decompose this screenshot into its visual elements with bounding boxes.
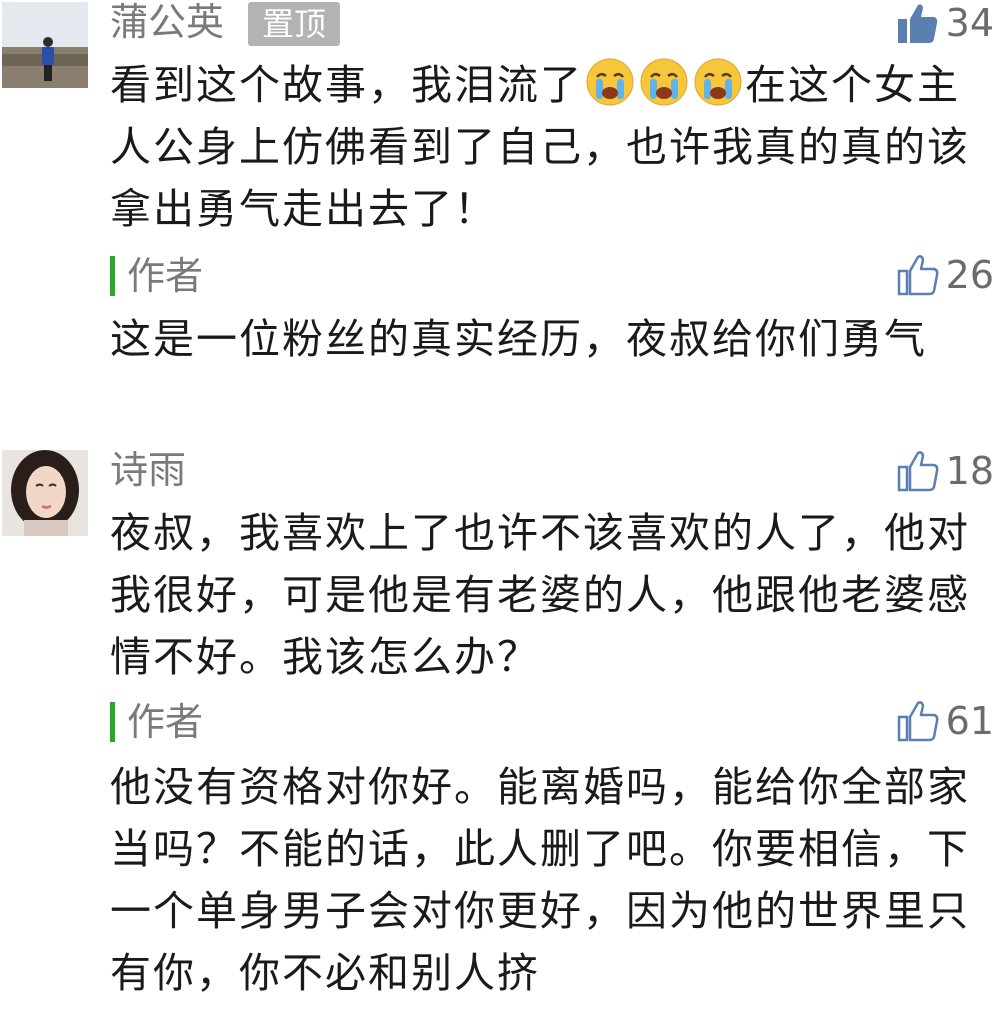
reply-accent-bar (110, 256, 115, 296)
thumbs-up-filled-icon (897, 4, 937, 43)
author-reply-label: 作者 (110, 254, 203, 298)
crying-face-icon (694, 58, 742, 106)
like-count: 34 (945, 1, 994, 45)
like-count: 26 (945, 253, 994, 297)
crying-face-icon (586, 58, 634, 106)
username[interactable]: 诗雨 (110, 448, 186, 492)
comment-item: 蒲公英 置顶 34 看到这个故事，我泪流了 在这个女主人公身上仿佛看到了自己，也许… (0, 0, 1002, 420)
like-count: 18 (945, 449, 994, 493)
crying-face-icon (640, 58, 688, 106)
reply-like-button[interactable]: 26 (896, 250, 994, 300)
username[interactable]: 蒲公英 (110, 0, 224, 44)
like-button[interactable]: 18 (896, 446, 994, 496)
reply-author: 作者 (127, 254, 204, 298)
comment-text: 看到这个故事，我泪流了 在这个女主人公身上仿佛看到了自己，也许我真的真的该拿出勇气… (110, 54, 970, 240)
comment-item: 诗雨 18 夜叔，我喜欢上了也许不该喜欢的人了，他对我很好，可是他是有老婆的人，… (0, 446, 1002, 1011)
reply-accent-bar (110, 702, 115, 742)
pinned-badge: 置顶 (248, 2, 341, 46)
thumbs-up-icon (897, 701, 939, 742)
avatar[interactable] (2, 2, 88, 88)
like-button[interactable]: 34 (896, 0, 994, 48)
avatar[interactable] (2, 450, 88, 536)
reply-author: 作者 (127, 700, 204, 744)
thumbs-up-icon (897, 451, 939, 492)
author-reply-label: 作者 (110, 700, 203, 744)
reply-like-button[interactable]: 61 (896, 696, 994, 746)
comment-text: 夜叔，我喜欢上了也许不该喜欢的人了，他对我很好，可是他是有老婆的人，他跟他老婆感… (110, 509, 970, 681)
reply-text: 这是一位粉丝的真实经历，夜叔给你们勇气 (110, 315, 927, 363)
like-count: 61 (945, 699, 994, 743)
reply-text: 他没有资格对你好。能离婚吗，能给你全部家当吗？不能的话，此人删了吧。你要相信，下… (110, 763, 970, 997)
thumbs-up-icon (897, 255, 939, 296)
